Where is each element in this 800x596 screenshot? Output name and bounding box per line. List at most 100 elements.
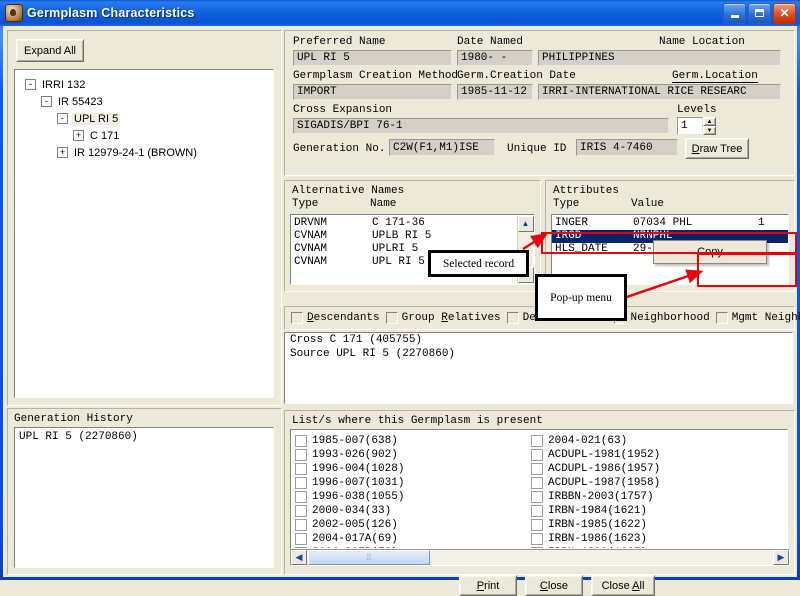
list-checkbox[interactable]	[531, 477, 543, 489]
tree-toggle-icon[interactable]: +	[73, 130, 84, 141]
checkbox-mgmt-neighborhood[interactable]	[715, 312, 728, 324]
spinner-down-icon[interactable]: ▼	[703, 126, 716, 135]
list-item[interactable]: INGER 07034 PHL 1	[552, 217, 788, 230]
column-header-type: Type	[553, 198, 580, 210]
list-item-label: ACDUPL-1981(1952)	[548, 449, 661, 461]
lists-group: List/s where this Germplasm is present 1…	[284, 410, 795, 575]
list-checkbox[interactable]	[295, 435, 307, 447]
name-location-field[interactable]: PHILIPPINES	[538, 50, 781, 66]
list-checkbox[interactable]	[295, 491, 307, 503]
attributes-header: Type Value	[553, 198, 664, 210]
copy-menu-item[interactable]: Copy	[697, 246, 723, 258]
list-checkbox[interactable]	[531, 505, 543, 517]
list-item: 2002-005(126)	[295, 518, 531, 532]
tree-node-label: IR 55423	[58, 95, 103, 108]
scroll-left-icon[interactable]: ◀	[291, 550, 307, 565]
list-checkbox[interactable]	[531, 519, 543, 531]
alternative-names-title: Alternative Names	[292, 185, 405, 197]
list-checkbox[interactable]	[531, 491, 543, 503]
alt-name-type: CVNAM	[294, 256, 328, 268]
tree-toggle-icon[interactable]: -	[41, 96, 52, 107]
list-checkbox[interactable]	[295, 463, 307, 475]
scroll-thumb[interactable]: ⁞⁞	[308, 550, 430, 565]
tree-toggle-icon[interactable]: -	[25, 79, 36, 90]
scroll-up-icon[interactable]: ▲	[517, 216, 534, 232]
creation-date-field[interactable]: 1985-11-12	[457, 84, 533, 100]
list-item-label: IRBN-1985(1622)	[548, 519, 648, 531]
expand-all-button[interactable]: Expand All	[16, 39, 84, 62]
list-checkbox[interactable]	[531, 463, 543, 475]
name-location-label: Name Location	[659, 36, 745, 48]
list-checkbox[interactable]	[531, 533, 543, 545]
generation-no-field[interactable]: C2W(F1,M1)ISE	[389, 139, 495, 156]
close-dialog-button[interactable]: Close	[525, 575, 583, 596]
alt-name-type: CVNAM	[294, 243, 328, 255]
levels-spinner[interactable]: 1 ▲ ▼	[677, 117, 716, 135]
germ-location-field[interactable]: IRRI-INTERNATIONAL RICE RESEARC	[538, 84, 781, 100]
alt-name-type: DRVNM	[294, 217, 328, 229]
alt-name-value: UPLB RI 5	[372, 230, 432, 242]
draw-tree-button[interactable]: Draw Tree	[685, 138, 749, 159]
list-checkbox[interactable]	[531, 435, 543, 447]
close-all-button[interactable]: Close All	[591, 575, 655, 596]
print-button[interactable]: Print	[459, 575, 517, 596]
minimize-button[interactable]	[723, 2, 746, 24]
creation-method-field[interactable]: IMPORT	[293, 84, 452, 100]
checkbox-descendants[interactable]	[291, 312, 303, 324]
list-checkbox[interactable]	[531, 449, 543, 461]
checkbox-derived-lines[interactable]	[506, 312, 519, 324]
tree-node[interactable]: - IR 55423	[21, 93, 269, 110]
list-item: 1996-007(1031)	[295, 476, 531, 490]
context-menu[interactable]: Copy	[653, 240, 767, 264]
unique-id-field[interactable]: IRIS 4-7460	[576, 139, 678, 156]
spinner-up-icon[interactable]: ▲	[703, 117, 716, 126]
list-item[interactable]: DRVNM C 171-36	[291, 217, 518, 230]
tree-toggle-icon[interactable]: +	[57, 147, 68, 158]
generation-history-list[interactable]: UPL RI 5 (2270860)	[14, 427, 274, 568]
generation-history-row: UPL RI 5 (2270860)	[19, 431, 138, 443]
attribute-type: INGER	[555, 217, 589, 229]
list-checkbox[interactable]	[295, 533, 307, 545]
maximize-button[interactable]	[748, 2, 771, 24]
alternative-names-header: Type Name	[292, 198, 396, 210]
list-item-label: 1993-026(902)	[312, 449, 398, 461]
list-checkbox[interactable]	[295, 519, 307, 531]
lists-listbox[interactable]: 1985-007(638) 1993-026(902) 1996-004(102…	[290, 429, 788, 549]
close-button[interactable]: ✕	[773, 2, 796, 24]
list-checkbox[interactable]	[295, 505, 307, 517]
lists-horizontal-scrollbar[interactable]: ◀ ⁞⁞ ▶	[290, 549, 790, 566]
cross-expansion-field[interactable]: SIGADIS/BPI 76-1	[293, 118, 669, 134]
pedigree-tree-group: Expand All - IRRI 132 - IR 55423 - UPL R…	[7, 30, 282, 406]
list-checkbox[interactable]	[295, 477, 307, 489]
tree-toggle-icon[interactable]: -	[57, 113, 68, 124]
close-label: Close	[539, 579, 569, 592]
levels-value[interactable]: 1	[677, 117, 703, 135]
tree-node[interactable]: - IRRI 132	[21, 76, 269, 93]
tree-node-selected[interactable]: - UPL RI 5	[21, 110, 269, 127]
preferred-name-field[interactable]: UPL RI 5	[293, 50, 452, 66]
list-item: 1985-007(638)	[295, 434, 531, 448]
levels-spinner-buttons[interactable]: ▲ ▼	[703, 117, 716, 135]
lists-column-1: 1985-007(638) 1993-026(902) 1996-004(102…	[295, 434, 531, 548]
draw-tree-label: Draw Tree	[691, 142, 743, 155]
list-item[interactable]: CVNAM UPLB RI 5	[291, 230, 518, 243]
list-item-label: 2004-021(63)	[548, 435, 628, 447]
tree-node[interactable]: + IR 12979-24-1 (BROWN)	[21, 144, 269, 161]
list-item-label: 1996-007(1031)	[312, 477, 405, 489]
date-named-field[interactable]: 1980- -	[457, 50, 533, 66]
lists-column-2: 2004-021(63) ACDUPL-1981(1952) ACDUPL-19…	[531, 434, 767, 548]
checkbox-group-relatives[interactable]	[385, 312, 398, 324]
list-checkbox[interactable]	[295, 449, 307, 461]
levels-label: Levels	[677, 104, 717, 116]
scroll-right-icon[interactable]: ▶	[773, 550, 789, 565]
list-item: IRBN-1984(1621)	[531, 504, 767, 518]
generation-history-title: Generation History	[14, 413, 133, 425]
pedigree-tree[interactable]: - IRRI 132 - IR 55423 - UPL RI 5 + C 171…	[14, 69, 274, 398]
germplasm-details-group: Preferred Name Date Named Name Location …	[284, 30, 795, 176]
preferred-name-label: Preferred Name	[293, 36, 386, 48]
cross-source-textarea[interactable]: Cross C 171 (405755) Source UPL RI 5 (22…	[284, 332, 793, 404]
list-item-label: IRBN-1986(1623)	[548, 533, 648, 545]
list-item-label: 1996-038(1055)	[312, 491, 405, 503]
attribute-extra: 1	[758, 217, 765, 229]
tree-node[interactable]: + C 171	[21, 127, 269, 144]
